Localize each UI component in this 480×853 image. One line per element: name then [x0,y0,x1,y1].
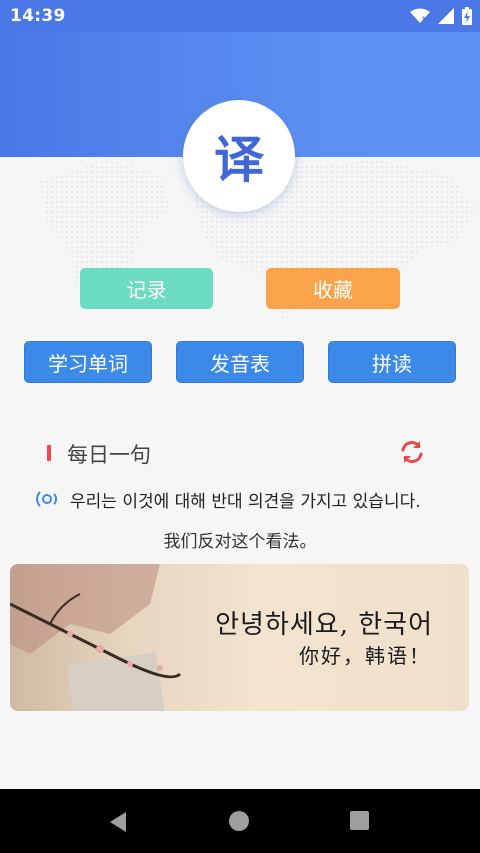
status-time: 14:39 [10,6,66,26]
daily-sentence-translation: 我们反对这个看法。 [163,532,317,552]
logo-text: 译 [214,130,264,189]
section-marker [47,445,51,461]
status-icons [410,7,472,25]
status-bar: 14:39 [0,0,480,32]
banner-chinese-text: 你好，韩语！ [299,644,431,668]
korean-banner[interactable]: 안녕하세요, 한국어 你好，韩语！ [10,564,469,711]
system-nav-bar [0,789,480,853]
recent-apps-icon[interactable] [350,811,369,830]
back-icon[interactable] [108,811,128,833]
study-words-button[interactable]: 学习单词 [24,341,152,383]
daily-sentence-title: 每日一句 [67,443,151,467]
spelling-button[interactable]: 拼读 [328,341,456,383]
battery-charging-icon [462,7,472,25]
record-button[interactable]: 记录 [80,268,213,309]
daily-sentence-header: 每日一句 [47,437,437,469]
speaker-icon[interactable] [36,488,58,510]
banner-korean-text: 안녕하세요, 한국어 [215,610,433,640]
signal-icon [438,8,454,24]
daily-sentence-row: 우리는 이것에 대해 반대 의견을 가지고 있습니다. [36,484,466,514]
favorites-button[interactable]: 收藏 [266,268,400,309]
wifi-icon [410,8,430,23]
daily-sentence-korean: 우리는 이것에 대해 반대 의견을 가지고 있습니다. [70,492,421,512]
app-logo: 译 [183,100,295,212]
home-icon[interactable] [229,811,249,831]
pronunciation-table-button[interactable]: 发音表 [176,341,304,383]
refresh-icon[interactable] [399,439,425,465]
